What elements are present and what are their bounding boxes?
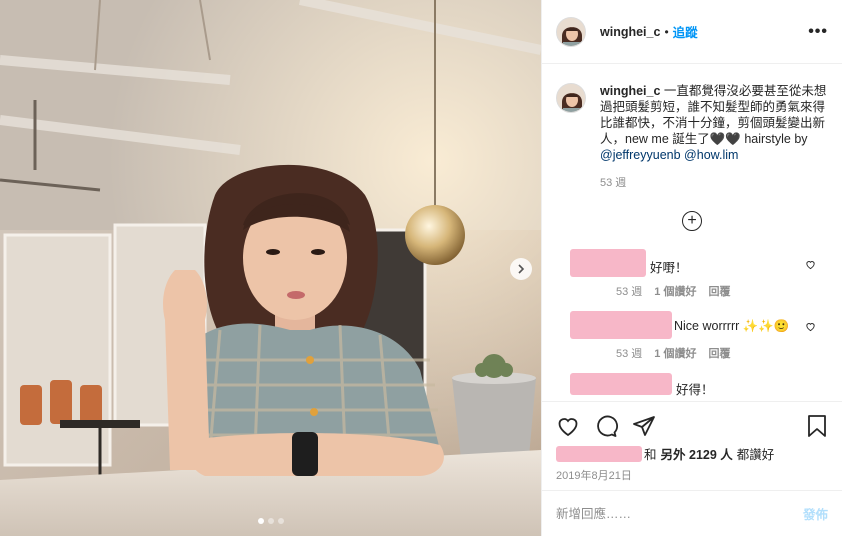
carousel-dots xyxy=(258,518,284,524)
heart-icon xyxy=(558,417,578,436)
mention-link[interactable]: @jeffreyyuenb xyxy=(600,148,681,162)
comment-text: Nice worrrrr ✨✨🙂 xyxy=(674,319,790,333)
save-button[interactable] xyxy=(806,414,828,438)
post-actions xyxy=(542,401,842,441)
photo-illustration xyxy=(0,0,541,536)
redacted-username xyxy=(570,249,646,277)
likes-summary: 和 另外 2129 人 都讚好 xyxy=(556,444,774,463)
more-options-button[interactable]: ••• xyxy=(808,23,828,41)
username-link[interactable]: winghei_c xyxy=(600,25,660,39)
redacted-username xyxy=(570,311,672,339)
add-comment-input[interactable] xyxy=(556,506,803,521)
comment-item: 好得！ xyxy=(556,373,828,400)
carousel-dot xyxy=(278,518,284,524)
add-comment-bar: 發佈 xyxy=(542,490,842,536)
plus-circle-icon[interactable]: + xyxy=(682,211,702,231)
post-side-panel: winghei_c • 追蹤 ••• winghei_c 一直都覺得沒必要甚至從… xyxy=(541,0,842,536)
avatar[interactable] xyxy=(556,16,586,47)
mention-link[interactable]: @how.lim xyxy=(684,148,738,162)
comment-likes[interactable]: 1 個讚好 xyxy=(654,345,696,361)
avatar[interactable] xyxy=(556,83,586,113)
caption-username[interactable]: winghei_c xyxy=(600,84,660,98)
comment-likes[interactable]: 1 個讚好 xyxy=(654,283,696,299)
comment-meta: 53 週 1 個讚好 回覆 xyxy=(616,345,730,361)
likes-others-link[interactable]: 另外 2129 人 xyxy=(661,444,733,463)
redacted-username xyxy=(570,373,672,395)
chevron-right-icon xyxy=(518,264,525,274)
comment-item: 好嘢！ 53 週 1 個讚好 回覆 xyxy=(556,249,828,311)
follow-button[interactable]: 追蹤 xyxy=(673,22,698,41)
separator-dot: • xyxy=(664,24,669,39)
comment-button[interactable] xyxy=(594,414,618,438)
reply-button[interactable]: 回覆 xyxy=(708,283,730,299)
caption-body: winghei_c 一直都覺得沒必要甚至從未想過把頭髮剪短，誰不知髮型師的勇氣來… xyxy=(600,83,828,191)
likes-suffix: 都讚好 xyxy=(736,448,775,462)
comment-meta: 53 週 1 個讚好 回覆 xyxy=(616,283,730,299)
redacted-username xyxy=(556,445,642,462)
comment-age: 53 週 xyxy=(616,348,643,360)
like-button[interactable] xyxy=(556,414,580,438)
comment-text: 好得！ xyxy=(676,383,714,397)
heart-icon[interactable] xyxy=(805,321,816,332)
caption-age: 53 週 xyxy=(600,177,627,189)
carousel-dot xyxy=(268,518,274,524)
load-more-comments[interactable]: + xyxy=(556,211,828,231)
post-photo[interactable] xyxy=(0,0,541,536)
bookmark-icon xyxy=(808,414,826,437)
caption: winghei_c 一直都覺得沒必要甚至從未想過把頭髮剪短，誰不知髮型師的勇氣來… xyxy=(556,65,828,191)
avatar-image xyxy=(557,17,585,46)
comment-text: 好嘢！ xyxy=(650,261,688,275)
comments-scroll-area[interactable]: winghei_c 一直都覺得沒必要甚至從未想過把頭髮剪短，誰不知髮型師的勇氣來… xyxy=(542,65,842,400)
carousel-dot xyxy=(258,518,264,524)
next-photo-button[interactable] xyxy=(510,258,532,280)
share-button[interactable] xyxy=(632,414,656,438)
comment-item: Nice worrrrr ✨✨🙂 53 週 1 個讚好 回覆 xyxy=(556,311,828,373)
post-comment-button[interactable]: 發佈 xyxy=(803,504,828,523)
likes-mid: 和 xyxy=(644,448,657,462)
post-date[interactable]: 2019年8月21日 xyxy=(556,467,632,483)
post-header: winghei_c • 追蹤 ••• xyxy=(542,0,842,64)
heart-icon[interactable] xyxy=(805,259,816,270)
comment-age: 53 週 xyxy=(616,286,643,298)
comment-icon xyxy=(597,415,618,437)
avatar-image xyxy=(557,84,585,112)
reply-button[interactable]: 回覆 xyxy=(708,345,730,361)
share-icon xyxy=(633,415,655,436)
